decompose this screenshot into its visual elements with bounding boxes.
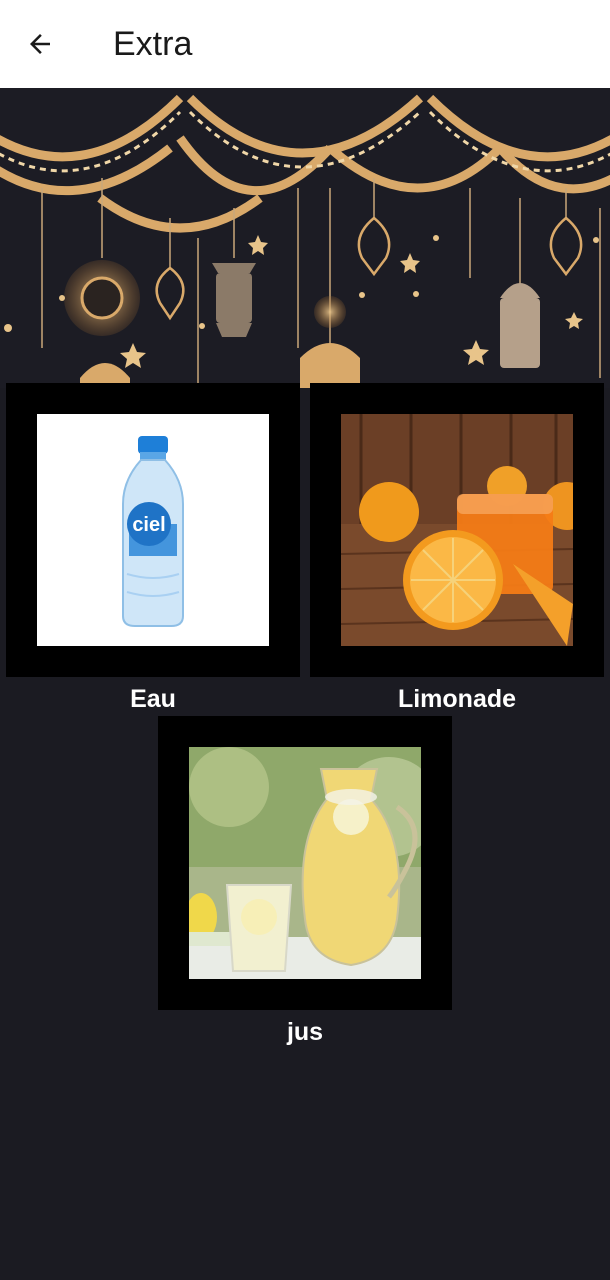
lemonade-pitcher-photo — [189, 747, 421, 979]
product-label-eau: Eau — [130, 685, 176, 713]
arrow-left-icon — [30, 34, 50, 54]
product-card-jus[interactable] — [158, 716, 452, 1010]
product-label-limonade: Limonade — [397, 685, 517, 713]
app-bar: Extra — [0, 0, 610, 88]
svg-text:ciel: ciel — [132, 514, 165, 536]
product-card-limonade[interactable] — [310, 383, 604, 677]
banner-illustration — [0, 94, 610, 388]
page-title: Extra — [113, 25, 193, 63]
orange-juice-photo — [341, 414, 573, 646]
ramadan-banner — [0, 88, 610, 388]
product-label-jus: jus — [286, 1018, 324, 1046]
water-bottle-photo: ciel — [37, 414, 269, 646]
product-card-eau[interactable]: ciel — [6, 383, 300, 677]
screen: Extra ciel Eau Limonade jus — [0, 0, 610, 1280]
back-button[interactable] — [18, 22, 62, 66]
